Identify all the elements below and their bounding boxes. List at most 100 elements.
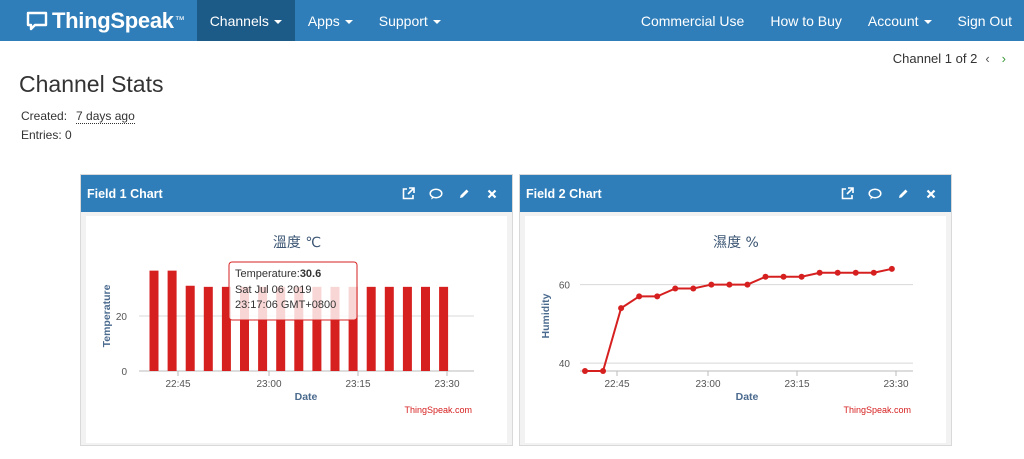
page-title: Channel Stats [19,71,164,97]
x-axis-title: Date [736,391,759,403]
nav-channels-label: Channels [209,12,269,29]
nav-support-label: Support [378,12,428,29]
field1-panel-header: Field 1 Chart [81,175,512,212]
x-tick-label: 23:30 [434,379,459,390]
nav-account[interactable]: Account [855,0,945,41]
caret-down-icon [344,19,353,24]
created-row: Created: 7 days ago [21,109,135,124]
data-point [726,281,733,288]
data-point [852,269,859,276]
x-tick-label: 23:15 [345,379,370,390]
caret-down-icon [923,19,932,24]
data-point [870,269,877,276]
nav-account-label: Account [867,12,919,29]
bar [421,286,430,371]
data-point [600,368,607,374]
field2-chart[interactable]: 濕度 % 40 60 22:45 23:00 23:15 23:30 Date Humidity… [525,216,946,443]
nav-sign-out-label: Sign Out [957,12,1012,29]
x-axis-title: Date [295,391,318,403]
bar [203,286,213,371]
comment-icon[interactable] [422,184,450,204]
entries-value: 0 [65,128,72,142]
y-tick-label: 0 [121,367,127,378]
nav-commercial-use-label: Commercial Use [640,12,745,29]
tooltip-series-label: Temperature:30.6 [235,268,321,280]
data-point [762,273,769,280]
data-point [798,273,805,280]
created-label: Created: [21,109,68,123]
brand-name: ThingSpeak [52,7,174,33]
field1-chart-area: 溫度 ℃ 0 20 22:45 23:00 23:15 23:30 Date Temperatu… [86,216,507,443]
nav-how-to-buy-label: How to Buy [770,12,842,29]
data-point [744,281,751,288]
data-point [636,293,643,300]
y-tick-label: 40 [559,359,571,370]
y-axis-title: Humidity [540,293,552,338]
caret-down-icon [432,19,441,24]
data-point [654,293,661,300]
navbar: ThingSpeak ™ Channels Apps Support Commer… [0,0,1024,41]
nav-support[interactable]: Support [366,0,454,41]
nav-apps[interactable]: Apps [295,0,366,41]
field1-panel-title: Field 1 Chart [87,186,163,201]
field1-chart[interactable]: 溫度 ℃ 0 20 22:45 23:00 23:15 23:30 Date Temperatu… [86,216,507,443]
data-point [672,285,679,292]
chevron-right-icon[interactable]: › [1002,51,1006,66]
bar [149,270,159,371]
field2-panel-title: Field 2 Chart [526,186,602,201]
x-tick-label: 23:30 [883,379,908,390]
bar [384,286,394,371]
created-value: 7 days ago [76,109,135,124]
trademark: ™ [174,15,185,26]
external-link-icon[interactable] [394,184,422,204]
nav-sign-out[interactable]: Sign Out [945,0,1024,41]
data-point [834,269,841,276]
entries-label: Entries: [21,128,62,142]
field1-chart-panel: Field 1 Chart 溫度 ℃ 0 20 22:45 23:00 23:15 23:3… [80,174,513,446]
data-point [888,265,895,272]
nav-how-to-buy[interactable]: How to Buy [757,0,855,41]
speech-bubble-icon [26,11,48,30]
nav-apps-label: Apps [307,12,340,29]
chevron-left-icon[interactable]: ‹ [985,51,989,66]
chart-title: 濕度 % [713,235,759,251]
y-tick-label: 60 [559,281,571,292]
data-point [708,281,715,288]
bar [185,285,195,371]
field2-chart-area: 濕度 % 40 60 22:45 23:00 23:15 23:30 Date Humidity… [525,216,946,443]
x-tick-label: 22:45 [165,379,190,390]
pencil-icon[interactable] [889,184,917,204]
data-point [690,285,697,292]
y-tick-label: 20 [116,312,128,323]
tooltip-time: 23:17:06 GMT+0800 [235,299,336,311]
caret-down-icon [273,19,282,24]
bar [439,286,449,371]
nav-channels[interactable]: Channels [196,0,295,41]
brand-logo[interactable]: ThingSpeak ™ [0,0,197,41]
y-axis-title: Temperature [101,284,113,347]
field2-panel-header: Field 2 Chart [520,175,951,212]
data-point [582,368,588,374]
chart-title: 溫度 ℃ [273,235,321,251]
bar [402,286,412,371]
nav-commercial-use[interactable]: Commercial Use [628,0,757,41]
x-tick-label: 23:00 [256,379,281,390]
pencil-icon[interactable] [450,184,478,204]
x-tick-label: 23:00 [695,379,720,390]
bar [366,286,376,371]
channel-pager: Channel 1 of 2 ‹ › [893,51,1006,66]
data-point [780,273,787,280]
credit-link: ThingSpeak.com [404,405,472,415]
x-tick-label: 23:15 [784,379,809,390]
close-icon[interactable] [478,184,506,204]
close-icon[interactable] [917,184,945,204]
external-link-icon[interactable] [833,184,861,204]
field2-chart-panel: Field 2 Chart 濕度 % 40 60 22:45 23:00 23:15 23:… [519,174,952,446]
entries-row: Entries: 0 [21,128,72,142]
channel-pager-label: Channel 1 of 2 [892,51,978,66]
x-tick-label: 22:45 [604,379,629,390]
tooltip-date: Sat Jul 06 2019 [235,284,311,296]
credit-link: ThingSpeak.com [843,405,911,415]
comment-icon[interactable] [861,184,889,204]
data-point [816,269,823,276]
